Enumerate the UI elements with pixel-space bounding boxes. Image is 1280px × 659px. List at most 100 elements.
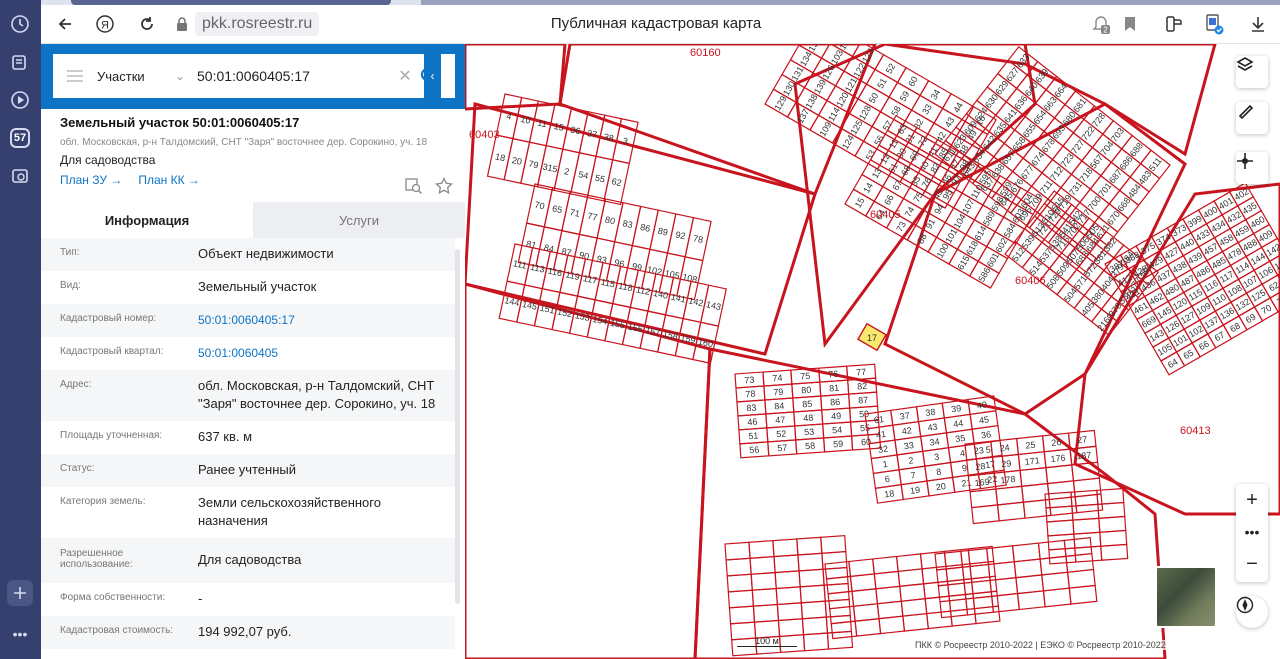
parcel[interactable]	[1072, 517, 1101, 535]
parcel-number: 82	[857, 381, 868, 392]
parcel-number: 74	[903, 205, 917, 219]
parcel[interactable]	[724, 541, 751, 561]
account-icon[interactable]	[1201, 12, 1227, 36]
parcel[interactable]	[826, 630, 854, 650]
parcel[interactable]	[796, 536, 823, 556]
parcel[interactable]	[854, 617, 882, 637]
cadastral-map[interactable]: 4 10 11 15 36 37 38 3 18 20 79 315 2 54 55 62 70 65 71 77 80…	[465, 44, 1280, 659]
parcel[interactable]	[726, 573, 753, 593]
cadastral-number-link[interactable]: 50:01:0060405:17	[198, 304, 453, 337]
locate-button[interactable]	[1236, 152, 1268, 184]
yandex-icon[interactable]: Я	[93, 12, 117, 36]
parcel[interactable]	[776, 602, 804, 622]
compass-icon[interactable]	[1236, 596, 1268, 628]
parcel[interactable]	[800, 600, 827, 620]
parcel[interactable]	[1068, 584, 1098, 605]
parcel[interactable]	[797, 552, 824, 572]
parcel[interactable]	[949, 607, 977, 627]
favorite-star-icon[interactable]	[435, 176, 453, 200]
parcel[interactable]	[772, 538, 799, 558]
parcel[interactable]	[1042, 587, 1072, 608]
parcel[interactable]	[965, 595, 995, 616]
parcel[interactable]	[1046, 519, 1075, 537]
parcel[interactable]	[750, 571, 777, 591]
tab-information[interactable]: Информация	[41, 202, 253, 238]
parcel[interactable]	[798, 568, 825, 588]
url-text[interactable]: pkk.rosreestr.ru	[195, 12, 320, 36]
parcel[interactable]	[830, 620, 858, 640]
basemap-thumbnail[interactable]	[1155, 566, 1217, 628]
parcel[interactable]	[777, 618, 805, 638]
parcel[interactable]	[991, 592, 1020, 613]
parcel[interactable]	[799, 584, 826, 604]
parcel[interactable]	[1073, 531, 1102, 549]
parcel[interactable]	[902, 612, 929, 632]
tab-services[interactable]: Услуги	[253, 202, 465, 238]
cadastral-quarter-link[interactable]: 50:01:0060405	[198, 337, 453, 370]
parcel[interactable]	[773, 554, 800, 574]
history-icon[interactable]	[7, 11, 33, 37]
parcel[interactable]	[1100, 543, 1129, 561]
download-icon[interactable]	[1246, 12, 1270, 36]
parcel-number: 158	[662, 329, 679, 342]
plan-kk-link[interactable]: План КК →	[138, 173, 200, 187]
layers-button[interactable]	[1236, 56, 1268, 88]
browser-sidebar: 57 •••	[0, 0, 41, 659]
parcel[interactable]	[939, 598, 969, 619]
add-panel-icon[interactable]	[7, 580, 33, 606]
collections-icon[interactable]	[7, 49, 33, 75]
parcel[interactable]	[878, 615, 906, 635]
parcel-number: 83	[622, 218, 634, 230]
notifications-icon[interactable]: 2	[1088, 12, 1114, 36]
search-input[interactable]	[197, 68, 395, 84]
object-use: Для садоводства	[60, 153, 156, 167]
parcel[interactable]	[752, 603, 780, 623]
parcel[interactable]	[802, 632, 830, 652]
collapse-panel-button[interactable]: ‹	[424, 44, 441, 108]
parcel-number: 20	[511, 155, 523, 167]
plan-zu-link[interactable]: План ЗУ →	[60, 173, 122, 187]
property-value: Для садоводства	[198, 552, 302, 567]
zoom-to-object-icon[interactable]	[405, 177, 423, 200]
bookmark-icon[interactable]	[1119, 12, 1141, 36]
screenshot-icon[interactable]	[7, 163, 33, 189]
parcel[interactable]	[774, 570, 801, 590]
address-bar[interactable]: pkk.rosreestr.ru	[175, 12, 320, 36]
parcel-number: 156	[627, 321, 644, 334]
parcel-number: 75	[911, 190, 925, 204]
parcel[interactable]	[1016, 590, 1046, 611]
extensions-icon[interactable]	[1161, 12, 1187, 36]
parcel[interactable]	[996, 501, 1026, 522]
parcel-number: 74	[772, 373, 783, 384]
parcel[interactable]	[727, 589, 755, 609]
parcel[interactable]	[728, 605, 756, 625]
properties-list: Тип: Объект недвижимости Вид: Земельный …	[41, 238, 455, 649]
parcel[interactable]	[775, 586, 802, 606]
parcel[interactable]	[749, 555, 776, 575]
parcel[interactable]	[971, 504, 1000, 525]
back-arrow-icon[interactable]	[53, 12, 77, 36]
parcel[interactable]	[1099, 529, 1128, 547]
search-type-select[interactable]: Участки	[97, 69, 175, 84]
more-icon[interactable]: •••	[7, 621, 33, 647]
more-tools-button[interactable]: •••	[1236, 516, 1268, 548]
parcel[interactable]	[820, 534, 847, 554]
parcel[interactable]	[973, 605, 1001, 625]
reload-icon[interactable]	[135, 12, 159, 36]
zoom-in-button[interactable]: +	[1236, 484, 1268, 516]
hamburger-icon[interactable]	[53, 70, 97, 82]
parcel-number: 42	[901, 425, 912, 436]
parcel[interactable]	[751, 587, 778, 607]
play-icon[interactable]	[7, 87, 33, 113]
parcel[interactable]	[926, 610, 953, 630]
counter-badge[interactable]: 57	[7, 125, 33, 151]
parcel[interactable]	[801, 616, 829, 636]
clear-icon[interactable]: ✕	[395, 66, 415, 86]
parcel[interactable]	[1098, 515, 1127, 533]
parcel[interactable]	[725, 557, 752, 577]
panel-scrollbar[interactable]	[455, 249, 460, 604]
measure-button[interactable]	[1236, 102, 1268, 134]
parcel[interactable]	[748, 540, 775, 559]
chevron-down-icon[interactable]: ⌄	[175, 69, 197, 83]
zoom-out-button[interactable]: −	[1236, 548, 1268, 580]
